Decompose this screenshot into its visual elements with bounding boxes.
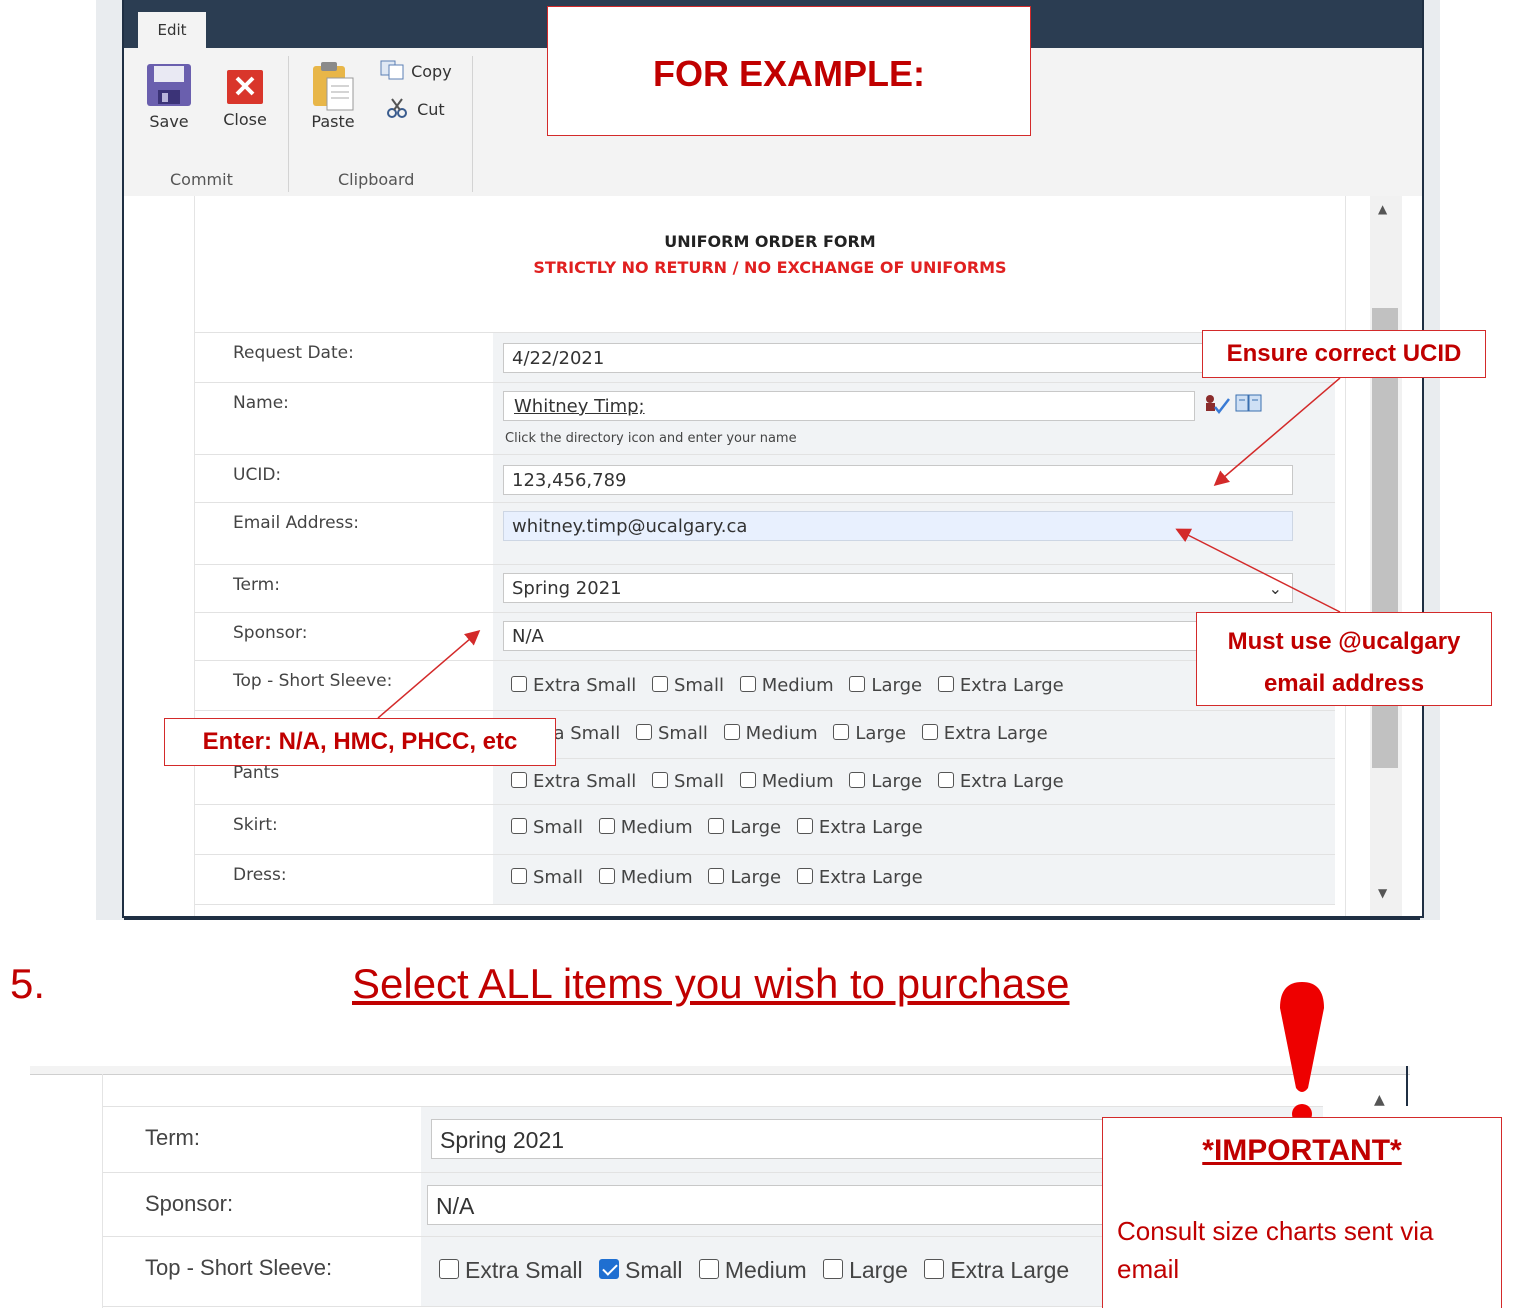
dialog-edge: [1406, 1066, 1408, 1106]
size-option-l[interactable]: Large: [823, 1257, 908, 1283]
top-short-sleeve-label: Top - Short Sleeve:: [145, 1255, 333, 1280]
callout-important-body: Consult size charts sent via email: [1117, 1216, 1434, 1284]
arrow-sponsor: [377, 630, 481, 719]
arrow-email: [1175, 528, 1341, 613]
scroll-up-icon[interactable]: ▲: [1374, 1092, 1385, 1108]
size-option-m[interactable]: Medium: [698, 1257, 807, 1283]
size-label: Small: [624, 1257, 683, 1283]
checkbox-checked[interactable]: [598, 1259, 619, 1279]
sponsor-input[interactable]: N/A: [427, 1185, 1187, 1225]
callout-important-title: *IMPORTANT*: [1202, 1134, 1402, 1167]
checkbox[interactable]: [823, 1259, 844, 1279]
step-number: 5.: [10, 960, 46, 1007]
size-label: Large: [849, 1257, 908, 1283]
size-option-xs[interactable]: Extra Small: [439, 1257, 583, 1283]
size-label: Medium: [724, 1257, 807, 1283]
size-label: Extra Small: [465, 1257, 583, 1283]
arrow-ucid: [1213, 377, 1341, 486]
step-instruction: Select ALL items you wish to purchase: [352, 960, 1070, 1007]
checkbox[interactable]: [439, 1259, 459, 1279]
term-label: Term:: [145, 1125, 200, 1150]
size-option-s[interactable]: Small: [598, 1257, 683, 1283]
checkbox[interactable]: [698, 1259, 719, 1279]
size-option-xl[interactable]: Extra Large: [924, 1257, 1069, 1283]
checkbox[interactable]: [924, 1259, 945, 1279]
term-select[interactable]: Spring 2021: [431, 1119, 1191, 1159]
size-options: Extra Small Small Medium Large Extra Lar…: [439, 1257, 1079, 1284]
sponsor-label: Sponsor:: [145, 1191, 234, 1216]
size-label: Extra Large: [950, 1257, 1070, 1283]
exclamation-icon: [1280, 982, 1324, 1124]
callout-important: *IMPORTANT* Consult size charts sent via…: [1102, 1117, 1502, 1308]
